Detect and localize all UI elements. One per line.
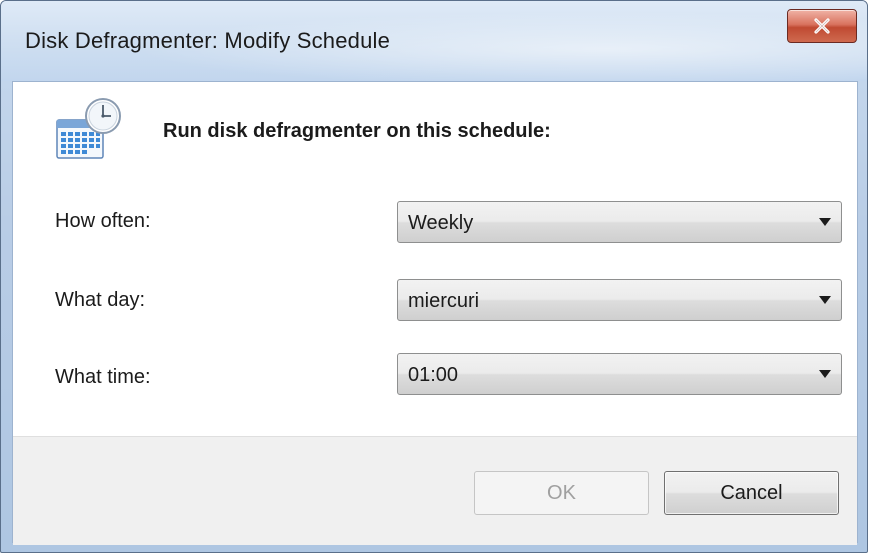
what-time-label: What time:: [55, 366, 151, 388]
what-day-value: miercuri: [408, 290, 480, 312]
what-day-label: What day:: [55, 289, 146, 311]
how-often-label: How often:: [55, 210, 151, 232]
chevron-down-icon: [819, 296, 831, 304]
how-often-dropdown[interactable]: Weekly: [397, 201, 842, 243]
close-icon: [812, 18, 832, 34]
close-button[interactable]: [787, 9, 857, 43]
window-title: Disk Defragmenter: Modify Schedule: [25, 28, 391, 53]
chevron-down-icon: [819, 218, 831, 226]
title-bar[interactable]: Disk Defragmenter: Modify Schedule: [1, 1, 867, 81]
ok-button[interactable]: OK: [474, 471, 649, 515]
what-day-dropdown[interactable]: miercuri: [397, 279, 842, 321]
cancel-button[interactable]: Cancel: [664, 471, 839, 515]
what-time-value: 01:00: [408, 364, 459, 386]
what-time-dropdown[interactable]: 01:00: [397, 353, 842, 395]
chevron-down-icon: [819, 370, 831, 378]
dialog-window: Disk Defragmenter: Modify Schedule Run d…: [0, 0, 868, 553]
calendar-clock-icon: [51, 96, 123, 162]
how-often-value: Weekly: [408, 212, 474, 234]
schedule-heading: Run disk defragmenter on this schedule:: [163, 120, 551, 142]
button-bar: OK Cancel: [13, 436, 857, 545]
dialog-body: Run disk defragmenter on this schedule: …: [12, 81, 858, 545]
